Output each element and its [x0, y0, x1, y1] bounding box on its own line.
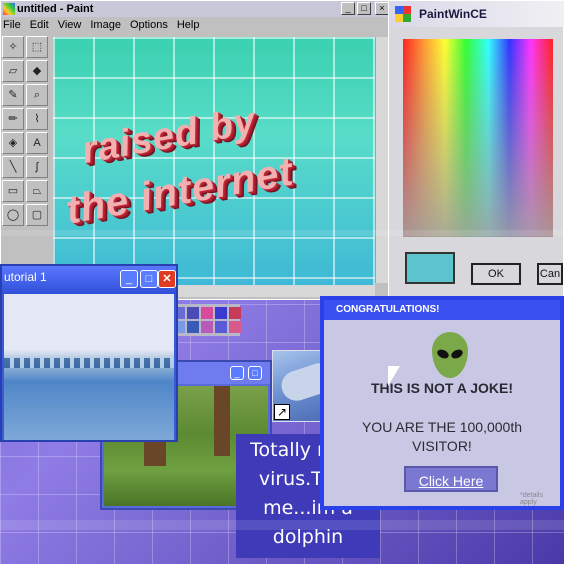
menu-image[interactable]: Image — [90, 17, 121, 33]
menu-file[interactable]: File — [3, 17, 21, 33]
alien-eye — [435, 347, 451, 361]
tutorial-window: utorial 1 _ □ ✕ — [0, 264, 178, 442]
pencil-icon[interactable]: ✏ — [2, 108, 24, 130]
menu-options[interactable]: Options — [130, 17, 168, 33]
curve-tool-icon[interactable]: ∫ — [26, 156, 48, 178]
vertical-scrollbar[interactable] — [375, 37, 389, 283]
rounded-rect-tool-icon[interactable]: ▢ — [26, 204, 48, 226]
tutorial-close-button[interactable]: ✕ — [158, 270, 176, 288]
congrats-title: CONGRATULATIONS! — [324, 300, 560, 320]
palette-swatch[interactable] — [229, 307, 241, 319]
palette-swatch[interactable] — [215, 321, 227, 333]
palette-swatch[interactable] — [201, 307, 213, 319]
palette-swatch[interactable] — [229, 321, 241, 333]
line-tool-icon[interactable]: ╲ — [2, 156, 24, 178]
text-tool-icon[interactable]: A — [26, 132, 48, 154]
rect-select-icon[interactable]: ⬚ — [26, 36, 48, 58]
paint-title: untitled - Paint — [17, 3, 94, 15]
paint-app-icon — [3, 3, 15, 15]
forest-maximize-button[interactable]: □ — [248, 366, 262, 380]
close-button[interactable]: × — [375, 2, 389, 15]
palette-swatch[interactable] — [187, 321, 199, 333]
visitor-line-1: YOU ARE THE 100,000th — [361, 419, 523, 435]
maximize-button[interactable]: □ — [357, 2, 371, 15]
paint-toolbox: ✧ ⬚ ▱ ◆ ✎ ⌕ ✏ ⌇ ◈ A ╲ ∫ ▭ ⏢ ◯ ▢ — [1, 35, 49, 235]
palette-swatch[interactable] — [201, 321, 213, 333]
glitch-bar — [0, 230, 564, 236]
congratulations-popup: CONGRATULATIONS! THIS IS NOT A JOKE! YOU… — [320, 296, 564, 510]
alien-icon — [432, 332, 468, 378]
visitor-line-2: VISITOR! — [412, 438, 472, 454]
tutorial-title: utorial 1 — [4, 270, 47, 284]
cancel-button[interactable]: Can — [537, 263, 563, 285]
tree-trunk — [214, 386, 230, 456]
free-select-icon[interactable]: ✧ — [2, 36, 24, 58]
menu-edit[interactable]: Edit — [30, 17, 49, 33]
color-spectrum[interactable] — [403, 39, 553, 237]
visitor-message: YOU ARE THE 100,000th VISITOR! — [324, 418, 560, 456]
polygon-tool-icon[interactable]: ⏢ — [26, 180, 48, 202]
alien-eye — [449, 347, 465, 361]
headline: THIS IS NOT A JOKE! — [370, 380, 514, 396]
brush-icon[interactable]: ⌇ — [26, 108, 48, 130]
paint-canvas[interactable]: raised by the internet — [53, 37, 375, 285]
glitch-bar — [0, 520, 564, 530]
palette-swatch[interactable] — [187, 307, 199, 319]
click-here-button[interactable]: Click Here — [404, 466, 498, 492]
paint-menu-bar: File Edit View Image Options Help — [1, 17, 393, 33]
palette-swatch[interactable] — [215, 307, 227, 319]
tutorial-maximize-button[interactable]: □ — [140, 270, 158, 288]
forest-minimize-button[interactable]: _ — [230, 366, 244, 380]
magnifier-icon[interactable]: ⌕ — [26, 84, 48, 106]
minimize-button[interactable]: _ — [341, 2, 355, 15]
fill-bucket-icon[interactable]: ◆ — [26, 60, 48, 82]
windows-flag-icon — [395, 6, 411, 22]
shortcut-arrow-icon: ↗ — [274, 404, 290, 420]
paint-title-bar[interactable]: untitled - Paint — [1, 1, 393, 17]
selected-color-swatch — [405, 252, 455, 284]
water-splash — [4, 358, 174, 368]
rectangle-tool-icon[interactable]: ▭ — [2, 180, 24, 202]
paint-window: untitled - Paint _ □ × File Edit View Im… — [0, 0, 393, 300]
menu-help[interactable]: Help — [177, 17, 200, 33]
airbrush-icon[interactable]: ◈ — [2, 132, 24, 154]
mouse-cursor-icon — [388, 366, 400, 386]
paintwince-title: PaintWinCE — [419, 7, 487, 21]
eraser-icon[interactable]: ▱ — [2, 60, 24, 82]
paintwince-title-bar[interactable]: PaintWinCE — [389, 1, 564, 27]
water-image — [4, 294, 174, 440]
paintwince-window: PaintWinCE OK Can — [388, 0, 564, 298]
color-palette — [170, 304, 241, 336]
tutorial-minimize-button[interactable]: _ — [120, 270, 138, 288]
menu-view[interactable]: View — [58, 17, 82, 33]
fineprint: *details apply — [520, 492, 543, 506]
ellipse-tool-icon[interactable]: ◯ — [2, 204, 24, 226]
color-picker-icon[interactable]: ✎ — [2, 84, 24, 106]
ok-button[interactable]: OK — [471, 263, 521, 285]
